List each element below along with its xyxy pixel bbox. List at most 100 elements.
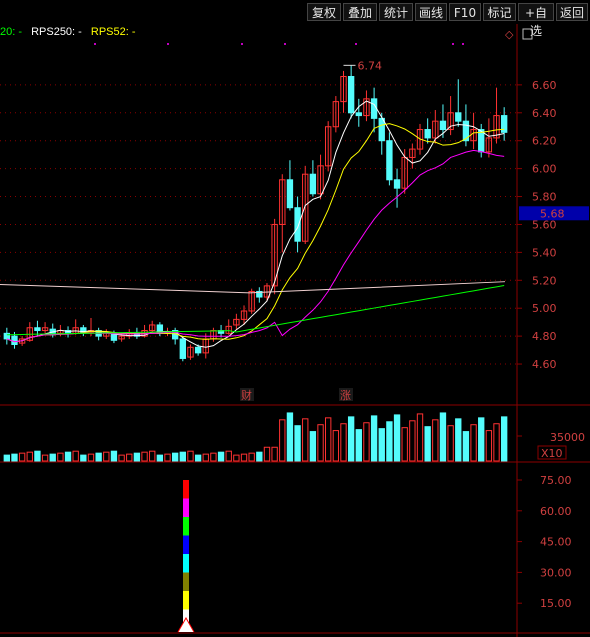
volume-bar (325, 417, 332, 462)
limit-up-event-marker: 涨 (340, 389, 351, 402)
signal-dot (94, 43, 96, 45)
volume-bar (87, 453, 95, 462)
volume-bar (355, 429, 362, 462)
volume-bar (80, 454, 87, 462)
volume-bar (3, 454, 11, 462)
volume-bar (286, 412, 294, 462)
candle-body[interactable] (11, 335, 18, 345)
price-tick-label: 4.80 (532, 330, 557, 343)
volume-bar (439, 412, 447, 462)
volume-bar (294, 425, 301, 462)
price-tick-label: 5.60 (532, 218, 557, 231)
volume-bar (416, 413, 424, 462)
volume-bar (485, 430, 493, 462)
volume-bar (64, 451, 72, 462)
volume-bar (409, 420, 416, 462)
volume-bar (156, 454, 164, 462)
candle-body[interactable] (455, 112, 462, 122)
volume-bar (103, 451, 110, 462)
price-tick-label: 5.20 (532, 274, 557, 287)
candle-body[interactable] (424, 129, 431, 139)
candle-body[interactable] (386, 140, 393, 181)
volume-bar (217, 451, 225, 462)
volume-bar (386, 421, 393, 462)
price-tick-label: 4.60 (532, 358, 557, 371)
volume-bar (424, 426, 431, 462)
volume-bar (187, 450, 194, 462)
volume-bar (141, 451, 148, 462)
volume-bar (110, 450, 118, 462)
signal-dot (462, 43, 464, 45)
volume-bar (57, 452, 64, 462)
volume-bar (447, 425, 454, 462)
volume-bar (194, 454, 202, 462)
candle-body[interactable] (179, 338, 186, 359)
volume-bar (171, 452, 179, 462)
volume-bar (347, 416, 355, 462)
volume-bar (378, 428, 385, 462)
volume-bar (393, 414, 401, 462)
signal-dot (167, 43, 169, 45)
volume-bar (118, 454, 125, 462)
price-tick-label: 5.40 (532, 246, 557, 259)
candle-body[interactable] (347, 76, 355, 114)
panel-toggle-icon[interactable] (522, 28, 533, 40)
indicator-stack-bar (183, 535, 189, 554)
high-annotation-label: 6.74 (357, 59, 382, 72)
volume-bar (41, 454, 49, 462)
volume-bar (256, 451, 263, 462)
price-tick-label: 5.00 (532, 302, 557, 315)
signal-dot (241, 43, 243, 45)
volume-bar (432, 419, 439, 462)
candle-body[interactable] (3, 332, 11, 340)
finance-event-marker: 财 (241, 388, 252, 402)
volume-bar (233, 454, 240, 462)
candle-body[interactable] (370, 98, 378, 119)
signal-dot (452, 43, 454, 45)
volume-bar (126, 453, 133, 462)
indicator-stack-bar (183, 572, 189, 591)
indicator-tick-label: 45.00 (540, 536, 572, 549)
candle-body[interactable] (294, 207, 301, 242)
current-price-label: 5.68 (540, 207, 565, 220)
volume-bar (18, 452, 26, 462)
candle-body[interactable] (378, 117, 385, 142)
indicator-stack-bar (183, 591, 189, 610)
volume-bar (225, 450, 232, 462)
price-tick-label: 6.20 (532, 135, 557, 148)
volume-bar (164, 453, 171, 462)
volume-bar (500, 416, 508, 462)
price-tick-label: 6.00 (532, 163, 557, 176)
stock-chart[interactable]: 6.60 6.40 6.20 6.00 5.80 5.60 5.40 5.20 5.00 4.80… (0, 0, 590, 637)
indicator-stack-bar (183, 517, 189, 536)
volume-bar (478, 417, 485, 462)
indicator-stack-bar (183, 498, 189, 517)
indicator-tick-label: 75.00 (540, 474, 572, 487)
signal-dot (355, 43, 357, 45)
volume-bar (26, 451, 33, 462)
volume-bar (11, 453, 18, 462)
volume-bar (202, 453, 209, 462)
volume-bar (470, 424, 477, 462)
candle-body[interactable] (34, 327, 41, 332)
candle-body[interactable] (355, 112, 362, 117)
candle-body[interactable] (393, 179, 401, 189)
indicator-stack-bar (183, 554, 189, 573)
volume-bar (363, 422, 370, 462)
volume-bar (263, 446, 271, 462)
candle-body[interactable] (439, 120, 447, 131)
volume-bar (210, 452, 217, 462)
volume-bar (240, 453, 248, 462)
volume-bar (493, 423, 500, 462)
candle-body[interactable] (309, 173, 317, 195)
signal-dot (284, 43, 286, 45)
volume-bar (95, 452, 102, 462)
volume-bar (455, 418, 462, 462)
candle-body[interactable] (194, 346, 202, 354)
indicator-peak (177, 616, 195, 633)
candle-body[interactable] (286, 179, 294, 209)
price-tick-label: 5.80 (532, 191, 557, 204)
volume-bar (401, 427, 408, 462)
volume-bar (340, 423, 347, 462)
volume-bar (133, 452, 141, 462)
